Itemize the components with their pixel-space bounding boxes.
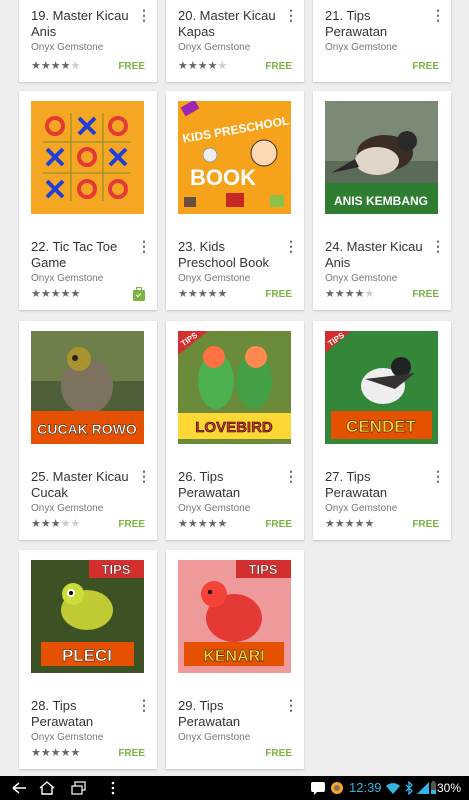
app-card[interactable]: TIPS PLECI 28. Tips Perawatan ⋮ Onyx Gem… [19,550,157,769]
signal-icon [416,781,430,795]
thumb-caption: ANIS KEMBANG [334,194,428,208]
app-card[interactable]: KIDS PRESCHOOL BOOK 23. Kids Preschool B… [166,91,304,310]
app-developer: Onyx Gemstone [178,42,251,53]
overflow-menu-icon[interactable]: ⋮ [137,239,151,253]
clock: 12:39 [349,780,382,795]
overflow-menu-icon[interactable]: ⋮ [431,8,445,22]
app-card[interactable]: 21. Tips Perawatan ⋮ Onyx Gemstone FREE [313,0,451,82]
overflow-menu-icon[interactable]: ⋮ [431,469,445,483]
thumb-caption: TIPS [249,562,278,577]
home-icon[interactable] [38,780,56,796]
back-icon[interactable] [10,780,28,796]
app-icon-kids-preschool: KIDS PRESCHOOL BOOK [178,101,291,214]
app-title: 29. Tips Perawatan [178,698,241,729]
app-developer: Onyx Gemstone [178,273,251,284]
app-card[interactable]: 19. Master Kicau Anis ⋮ Onyx Gemstone ★★… [19,0,157,82]
rating-stars: ★★★★★ [178,288,228,300]
overflow-menu-icon[interactable]: ⋮ [137,469,151,483]
price-label: FREE [265,61,292,72]
overflow-menu-icon[interactable]: ⋮ [137,8,151,22]
price-label: FREE [118,519,145,530]
installed-bag-icon [133,287,145,301]
rating-stars: ★★★★★ [31,518,81,530]
rating-stars: ★★★★★ [178,518,228,530]
app-icon-cucak-rowo: CUCAK ROWO [31,331,144,444]
thumb-caption: PLECI [62,646,112,665]
app-developer: Onyx Gemstone [325,42,398,53]
app-grid: 19. Master Kicau Anis ⋮ Onyx Gemstone ★★… [0,0,469,776]
system-nav-bar: 12:39 30% [0,776,469,800]
app-developer: Onyx Gemstone [31,273,104,284]
price-label: FREE [412,61,439,72]
app-title: 20. Master Kicau Kapas [178,8,276,39]
price-label: FREE [412,519,439,530]
app-title: 24. Master Kicau Anis [325,239,423,270]
app-card[interactable]: 22. Tic Tac Toe Game ⋮ Onyx Gemstone ★★★… [19,91,157,310]
price-label: FREE [265,289,292,300]
overflow-menu-icon[interactable]: ⋮ [284,239,298,253]
price-label: FREE [265,748,292,759]
rating-stars: ★★★★★ [31,747,81,759]
bluetooth-icon [404,781,414,795]
app-card[interactable]: TIPS CENDET 27. Tips Perawatan ⋮ Onyx Ge… [313,321,451,540]
app-title: 19. Master Kicau Anis [31,8,129,39]
notification-icon[interactable] [310,781,326,795]
thumb-caption: TIPS [102,562,131,577]
overflow-menu-icon[interactable]: ⋮ [137,698,151,712]
app-icon-pleci: TIPS PLECI [31,560,144,673]
app-title: 26. Tips Perawatan [178,469,241,500]
rating-stars: ★★★★★ [325,518,375,530]
overflow-menu-icon[interactable]: ⋮ [284,8,298,22]
rating-stars: ★★★★★ [325,288,375,300]
app-title: 27. Tips Perawatan [325,469,388,500]
battery-percent: 30% [437,781,462,795]
app-icon-kenari: TIPS KENARI [178,560,291,673]
app-card[interactable]: ANIS KEMBANG 24. Master Kicau Anis ⋮ Ony… [313,91,451,310]
app-developer: Onyx Gemstone [31,42,104,53]
app-notification-icon[interactable] [329,781,345,795]
app-card[interactable]: CUCAK ROWO 25. Master Kicau Cucak ⋮ Onyx… [19,321,157,540]
recent-apps-icon[interactable] [70,780,88,796]
app-developer: Onyx Gemstone [325,273,398,284]
app-developer: Onyx Gemstone [31,503,104,514]
app-card[interactable]: TIPS KENARI 29. Tips Perawatan ⋮ Onyx Ge… [166,550,304,769]
menu-icon[interactable] [104,780,115,796]
price-label: FREE [265,519,292,530]
app-icon-cendet: TIPS CENDET [325,331,438,444]
app-developer: Onyx Gemstone [31,732,104,743]
app-icon-lovebird: TIPS LOVEBIRD [178,331,291,444]
app-developer: Onyx Gemstone [325,503,398,514]
app-title: 23. Kids Preschool Book [178,239,270,270]
app-icon-tictactoe [31,101,144,214]
rating-stars: ★★★★★ [31,60,81,72]
thumb-caption: KENARI [203,648,264,665]
app-card[interactable]: TIPS LOVEBIRD 26. Tips Perawatan ⋮ Onyx … [166,321,304,540]
thumb-caption: BOOK [190,165,256,190]
overflow-menu-icon[interactable]: ⋮ [284,469,298,483]
app-title: 25. Master Kicau Cucak [31,469,129,500]
overflow-menu-icon[interactable]: ⋮ [284,698,298,712]
price-label: FREE [118,748,145,759]
rating-stars: ★★★★★ [178,60,228,72]
thumb-caption: CENDET [346,417,417,436]
battery-icon [430,781,437,795]
overflow-menu-icon[interactable]: ⋮ [431,239,445,253]
app-title: 28. Tips Perawatan [31,698,94,729]
price-label: FREE [412,289,439,300]
thumb-caption: CUCAK ROWO [37,421,137,437]
rating-stars: ★★★★★ [31,288,81,300]
app-title: 22. Tic Tac Toe Game [31,239,118,270]
app-card[interactable]: 20. Master Kicau Kapas ⋮ Onyx Gemstone ★… [166,0,304,82]
app-title: 21. Tips Perawatan [325,8,388,39]
app-developer: Onyx Gemstone [178,503,251,514]
app-developer: Onyx Gemstone [178,732,251,743]
app-icon-anis-kembang: ANIS KEMBANG [325,101,438,214]
thumb-caption: LOVEBIRD [195,419,273,436]
wifi-icon [385,781,401,795]
price-label: FREE [118,61,145,72]
